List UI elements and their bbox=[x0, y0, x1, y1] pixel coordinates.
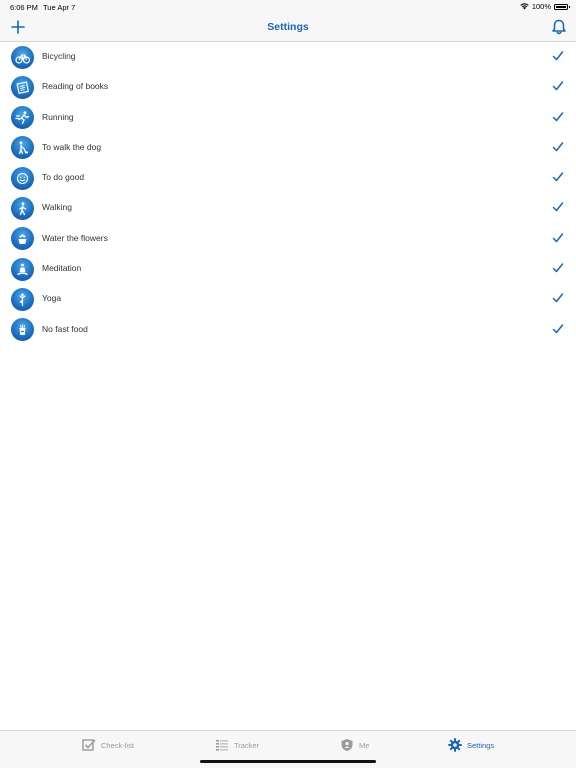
flower-icon bbox=[11, 227, 34, 251]
checklist-icon bbox=[82, 739, 96, 751]
navigation-bar: Settings bbox=[0, 14, 576, 42]
activity-label: No fast food bbox=[42, 323, 88, 334]
activity-label: To walk the dog bbox=[42, 141, 102, 152]
tab-label: Settings bbox=[467, 740, 495, 750]
fast-food-icon bbox=[11, 318, 34, 342]
activity-label: Running bbox=[42, 111, 74, 122]
bicycle-icon bbox=[11, 45, 34, 69]
running-icon bbox=[11, 106, 34, 130]
activity-label: Meditation bbox=[42, 263, 82, 274]
activity-row[interactable]: Walking bbox=[0, 193, 576, 223]
status-right: 100% bbox=[520, 2, 570, 11]
status-time: 6:06 PM bbox=[10, 3, 38, 12]
tab-label: Check-list bbox=[101, 740, 134, 750]
activity-row[interactable]: Reading of books bbox=[0, 72, 576, 102]
meditation-icon bbox=[11, 257, 34, 281]
shield-icon bbox=[341, 739, 353, 751]
gear-icon bbox=[448, 738, 462, 752]
walking-icon bbox=[11, 196, 34, 220]
tab-label: Me bbox=[359, 740, 370, 750]
checkmark-icon[interactable] bbox=[552, 232, 564, 244]
activity-row[interactable]: Running bbox=[0, 103, 576, 133]
home-indicator bbox=[200, 760, 376, 763]
smile-icon bbox=[11, 166, 34, 190]
tab-me[interactable]: Me bbox=[340, 738, 369, 752]
activity-row[interactable]: No fast food bbox=[0, 315, 576, 345]
activity-list: Bicycling Reading of books Running To walk … bbox=[0, 42, 576, 345]
checkmark-icon[interactable] bbox=[552, 141, 564, 153]
page-title: Settings bbox=[267, 21, 309, 33]
battery-icon bbox=[554, 3, 570, 10]
tab-check-list[interactable]: Check-list bbox=[82, 738, 134, 752]
activity-row[interactable]: To walk the dog bbox=[0, 133, 576, 163]
activity-label: Yoga bbox=[42, 293, 62, 304]
status-date: Tue Apr 7 bbox=[43, 3, 76, 12]
activity-label: Walking bbox=[42, 202, 72, 213]
activity-row[interactable]: Yoga bbox=[0, 284, 576, 314]
activity-row[interactable]: Bicycling bbox=[0, 42, 576, 72]
battery-percent: 100% bbox=[531, 2, 551, 11]
wifi-icon bbox=[520, 3, 529, 10]
activity-row[interactable]: Meditation bbox=[0, 254, 576, 284]
checkmark-icon[interactable] bbox=[552, 111, 564, 123]
activity-label: Water the flowers bbox=[42, 232, 108, 243]
dog-walk-icon bbox=[11, 136, 34, 160]
tab-tracker[interactable]: Tracker bbox=[215, 738, 259, 752]
checkmark-icon[interactable] bbox=[552, 292, 564, 304]
status-bar: 6:06 PM Tue Apr 7 100% bbox=[0, 0, 576, 14]
tracker-icon bbox=[216, 740, 228, 751]
activity-label: Reading of books bbox=[42, 81, 109, 92]
tab-bar: Check-list Tracker Me Settings bbox=[0, 730, 576, 768]
bell-icon[interactable] bbox=[550, 18, 568, 36]
activity-label: To do good bbox=[42, 172, 85, 183]
battery-fill bbox=[556, 5, 566, 8]
activity-row[interactable]: Water the flowers bbox=[0, 224, 576, 254]
activity-label: Bicycling bbox=[42, 51, 76, 61]
activity-row[interactable]: To do good bbox=[0, 163, 576, 193]
checkmark-icon[interactable] bbox=[552, 262, 564, 274]
checkmark-icon[interactable] bbox=[552, 50, 564, 62]
tab-settings[interactable]: Settings bbox=[448, 738, 494, 752]
yoga-icon bbox=[11, 287, 34, 311]
tab-label: Tracker bbox=[234, 740, 260, 750]
checkmark-icon[interactable] bbox=[552, 323, 564, 335]
checkmark-icon[interactable] bbox=[552, 80, 564, 92]
book-icon bbox=[11, 75, 34, 99]
checkmark-icon[interactable] bbox=[552, 201, 564, 213]
checkmark-icon[interactable] bbox=[552, 171, 564, 183]
